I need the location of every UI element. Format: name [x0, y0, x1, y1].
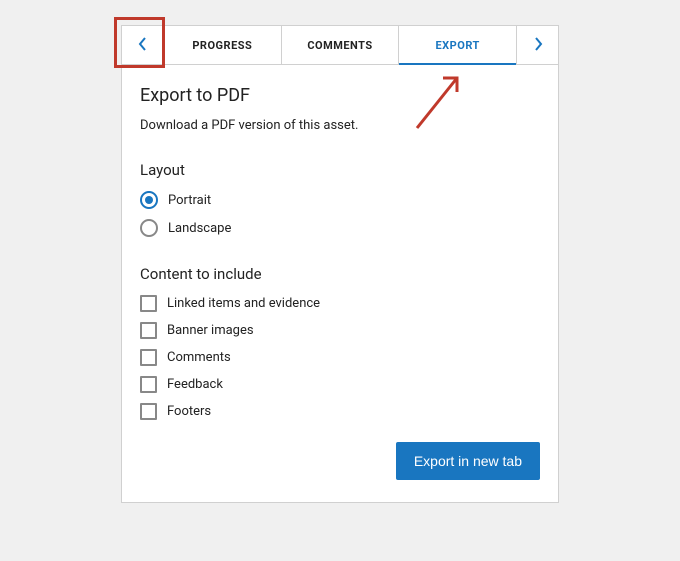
tab-progress-label: PROGRESS [192, 39, 252, 52]
checkbox-banner[interactable]: Banner images [140, 322, 540, 339]
radio-portrait-label: Portrait [168, 193, 211, 208]
panel-body: Export to PDF Download a PDF version of … [122, 64, 558, 502]
page-description: Download a PDF version of this asset. [140, 118, 540, 133]
checkbox-feedback-label: Feedback [167, 377, 223, 392]
radio-portrait[interactable]: Portrait [140, 191, 540, 209]
checkbox-feedback[interactable]: Feedback [140, 376, 540, 393]
layout-label: Layout [140, 161, 540, 179]
radio-landscape[interactable]: Landscape [140, 219, 540, 237]
tab-comments[interactable]: COMMENTS [282, 26, 400, 64]
radio-landscape-label: Landscape [168, 221, 231, 236]
checkbox-banner-label: Banner images [167, 323, 254, 338]
tabs-row: PROGRESS COMMENTS EXPORT [122, 26, 558, 64]
tabs-prev-button[interactable] [122, 26, 164, 64]
chevron-right-icon [533, 36, 543, 55]
checkbox-linked[interactable]: Linked items and evidence [140, 295, 540, 312]
checkbox-icon [140, 295, 157, 312]
checkbox-linked-label: Linked items and evidence [167, 296, 320, 311]
tab-export[interactable]: EXPORT [399, 26, 516, 64]
layout-group: Layout Portrait Landscape [140, 161, 540, 237]
checkbox-icon [140, 403, 157, 420]
button-row: Export in new tab [140, 442, 540, 480]
checkbox-icon [140, 322, 157, 339]
tab-progress[interactable]: PROGRESS [164, 26, 282, 64]
export-panel: PROGRESS COMMENTS EXPORT Export to PDF D… [121, 25, 559, 503]
checkbox-icon [140, 376, 157, 393]
radio-icon [140, 219, 158, 237]
checkbox-comments[interactable]: Comments [140, 349, 540, 366]
checkbox-footers-label: Footers [167, 404, 211, 419]
tab-comments-label: COMMENTS [307, 39, 372, 52]
checkbox-footers[interactable]: Footers [140, 403, 540, 420]
checkbox-comments-label: Comments [167, 350, 231, 365]
content-label: Content to include [140, 265, 540, 283]
checkbox-icon [140, 349, 157, 366]
content-group: Content to include Linked items and evid… [140, 265, 540, 420]
chevron-left-icon [138, 36, 148, 55]
export-button[interactable]: Export in new tab [396, 442, 540, 480]
page-title: Export to PDF [140, 85, 540, 106]
tabs-next-button[interactable] [516, 26, 558, 64]
radio-icon [140, 191, 158, 209]
tab-export-label: EXPORT [435, 39, 479, 52]
